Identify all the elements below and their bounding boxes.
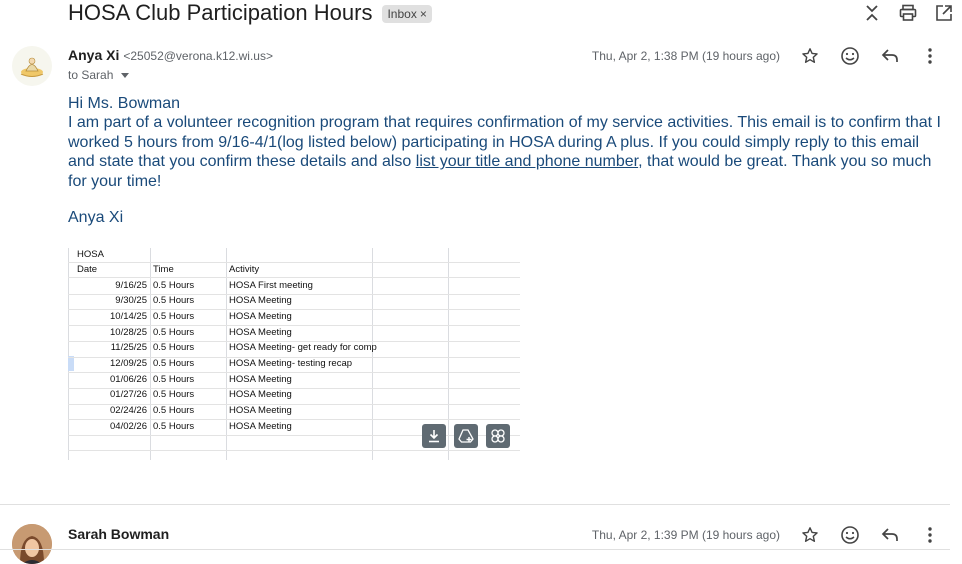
- header-cell: Time: [153, 264, 174, 275]
- inbox-label-chip[interactable]: Inbox ×: [382, 5, 432, 23]
- table-cell: 0.5 Hours: [153, 326, 195, 338]
- message-divider: [0, 504, 950, 505]
- sender-email: <25052@verona.k12.wi.us>: [123, 49, 273, 63]
- table-cell: 0.5 Hours: [153, 405, 195, 417]
- grid-line: [68, 262, 520, 263]
- table-cell: 0.5 Hours: [153, 420, 195, 432]
- message-meta: Thu, Apr 2, 1:39 PM (19 hours ago): [592, 523, 950, 547]
- table-cell: 0.5 Hours: [153, 389, 195, 401]
- save-to-photos-icon[interactable]: [486, 424, 510, 448]
- table-cell: HOSA Meeting- testing recap: [229, 358, 353, 369]
- download-icon[interactable]: [422, 424, 446, 448]
- grid-line: [226, 248, 227, 460]
- table-cell: 0.5 Hours: [153, 295, 195, 307]
- emoji-reaction-icon[interactable]: [830, 44, 870, 68]
- star-icon[interactable]: [790, 523, 830, 547]
- table-cell: HOSA First meeting: [229, 279, 313, 291]
- open-in-new-window-icon[interactable]: [926, 2, 962, 24]
- table-cell: 0.5 Hours: [153, 358, 195, 369]
- header-cell: Date: [77, 264, 98, 275]
- sender-line: Sarah Bowman: [68, 526, 169, 542]
- table-cell: 11/25/25: [110, 342, 147, 354]
- recipient-line[interactable]: to Sarah: [68, 68, 130, 82]
- spreadsheet-attachment-image[interactable]: HOSA Date Time Activity 9/16/25 0.5 Hours…: [68, 248, 520, 460]
- thread-toolbar: [854, 2, 962, 24]
- sender-avatar[interactable]: [12, 524, 52, 564]
- label-text: Inbox: [387, 7, 417, 21]
- table-cell: 02/24/26: [110, 405, 147, 417]
- table-cell: 9/30/25: [115, 295, 147, 307]
- table-cell: HOSA Meeting: [229, 420, 292, 432]
- add-to-drive-icon[interactable]: [454, 424, 478, 448]
- grid-line: [68, 449, 520, 451]
- table-cell: HOSA Meeting- get ready for comp: [229, 342, 377, 354]
- subject-row: HOSA Club Participation Hours Inbox ×: [68, 0, 432, 26]
- header-cell: Activity: [229, 264, 260, 275]
- message-body: Hi Ms. Bowman I am part of a volunteer r…: [68, 94, 948, 191]
- table-cell: HOSA Meeting: [229, 405, 292, 417]
- sender-line: Anya Xi <25052@verona.k12.wi.us>: [68, 47, 273, 63]
- sender-avatar[interactable]: [12, 46, 52, 86]
- emoji-reaction-icon[interactable]: [830, 523, 870, 547]
- table-cell: 0.5 Hours: [153, 310, 195, 322]
- table-cell: 04/02/26: [110, 420, 147, 432]
- table-cell: 0.5 Hours: [153, 342, 195, 354]
- message-date: Thu, Apr 2, 1:38 PM (19 hours ago): [591, 49, 780, 63]
- chevron-down-icon[interactable]: [121, 72, 130, 78]
- sender-name[interactable]: Sarah Bowman: [68, 526, 169, 542]
- table-cell: HOSA Meeting: [229, 310, 292, 322]
- attachment-actions: [422, 424, 510, 448]
- greeting: Hi Ms. Bowman: [68, 95, 181, 112]
- signature: Anya Xi: [68, 209, 124, 226]
- table-cell: HOSA Meeting: [229, 326, 292, 338]
- table-cell: 10/14/25: [110, 310, 147, 322]
- remove-label-icon[interactable]: ×: [420, 5, 427, 23]
- message-meta: Thu, Apr 2, 1:38 PM (19 hours ago): [592, 44, 950, 68]
- table-cell: HOSA Meeting: [229, 373, 292, 385]
- print-icon[interactable]: [890, 2, 926, 24]
- reply-icon[interactable]: [870, 523, 910, 547]
- table-cell: 01/06/26: [110, 373, 147, 385]
- more-options-icon[interactable]: [910, 523, 950, 547]
- table-cell: 10/28/25: [110, 326, 147, 338]
- grid-line: [150, 248, 151, 460]
- more-options-icon[interactable]: [910, 44, 950, 68]
- table-cell: 01/27/26: [110, 389, 147, 401]
- email-subject: HOSA Club Participation Hours: [68, 0, 373, 25]
- table-cell: 12/09/25: [110, 358, 147, 369]
- table-cell: 9/16/25: [115, 279, 147, 291]
- table-cell: HOSA Meeting: [229, 389, 292, 401]
- bottom-divider: [0, 549, 950, 550]
- table-cell: 0.5 Hours: [153, 279, 195, 291]
- reply-icon[interactable]: [870, 44, 910, 68]
- collapse-all-icon[interactable]: [854, 2, 890, 24]
- sheet-title: HOSA: [77, 249, 104, 260]
- message-date: Thu, Apr 2, 1:39 PM (19 hours ago): [591, 528, 780, 542]
- table-cell: HOSA Meeting: [229, 295, 292, 307]
- star-icon[interactable]: [790, 44, 830, 68]
- recipient-label: to Sarah: [68, 68, 114, 82]
- table-cell: 0.5 Hours: [153, 373, 195, 385]
- sender-name[interactable]: Anya Xi: [68, 47, 119, 63]
- body-paragraph: I am part of a volunteer recognition pro…: [68, 113, 948, 191]
- underlined-request: list your title and phone number: [415, 153, 639, 171]
